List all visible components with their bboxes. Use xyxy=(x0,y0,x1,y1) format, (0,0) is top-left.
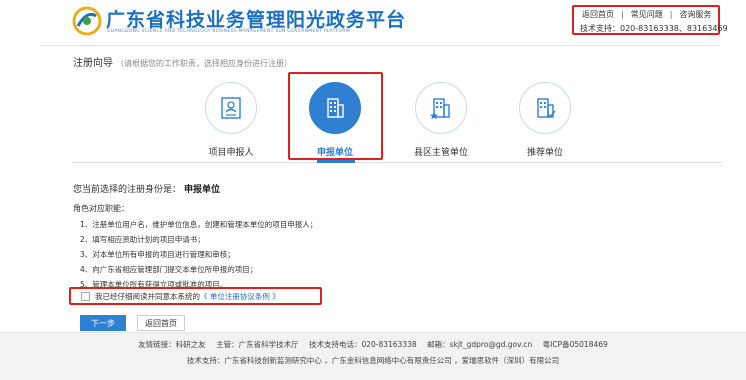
wizard-divider xyxy=(72,162,722,163)
role-applicant[interactable]: 项目申报人 xyxy=(201,82,261,162)
role-recommender-circle[interactable] xyxy=(519,82,571,134)
role-applicant-label: 项目申报人 xyxy=(208,148,254,158)
duty-item-2: 2、填写相应资助计划的项目申请书； xyxy=(80,235,205,244)
selected-role-marker xyxy=(317,160,355,163)
building-check-icon xyxy=(537,98,556,118)
current-role-value: 申报单位 xyxy=(184,185,221,195)
friend-link-keyanzhiyou[interactable]: 科研之友 xyxy=(176,340,206,349)
building-star-icon xyxy=(430,98,450,119)
duty-item-1: 1、注册单位用户名，维护单位信息，创建和管理本单位的项目申报人； xyxy=(80,220,318,229)
wizard-hint: （请根据您的工作职责，选择相应身份进行注册） xyxy=(116,59,292,68)
footer-line-1: 友情链接：科研之友 主管：广东省科学技术厅 技术支持电话：020-8316333… xyxy=(0,339,746,350)
footer-host: 主管：广东省科学技术厅 xyxy=(216,340,299,349)
footer-support-phone: 技术支持电话：020-83163338 xyxy=(308,340,417,349)
current-role-text: 您当前选择的注册身份是： 申报单位 xyxy=(73,185,221,195)
role-county-circle[interactable] xyxy=(415,82,467,134)
consult-link[interactable]: 咨询服务 xyxy=(679,10,711,19)
duty-item-3: 3、对本单位所有申报的项目进行管理和审核； xyxy=(80,250,235,259)
duties-title: 角色对应职能： xyxy=(73,204,129,213)
role-county-authority[interactable]: 县区主管单位 xyxy=(411,82,471,162)
agree-checkbox[interactable] xyxy=(81,292,90,301)
role-recommender[interactable]: 推荐单位 xyxy=(515,82,575,162)
role-recommender-label: 推荐单位 xyxy=(526,148,563,158)
agreement-highlight: 我已经仔细阅读并同意本系统的《 单位注册协议条例 》 xyxy=(69,287,322,305)
role-county-label: 县区主管单位 xyxy=(413,148,468,158)
footer-icp[interactable]: 粤ICP备05018469 xyxy=(543,340,608,349)
wizard-title: 注册向导 （请根据您的工作职责，选择相应身份进行注册） xyxy=(73,58,292,69)
home-link[interactable]: 返回首页 xyxy=(582,10,614,19)
support-phone: 技术支持：020-83163338、83163469 xyxy=(580,24,728,33)
back-home-button[interactable]: 返回首页 xyxy=(137,315,185,331)
selected-role-highlight xyxy=(288,72,383,160)
duty-item-4: 4、向广东省相应管理部门提交本单位所申报的项目； xyxy=(80,265,258,274)
platform-subtitle: GUANGDONG SCIENCE AND TECHNOLOGY BUSINES… xyxy=(107,29,350,34)
footer-tech-support: 技术支持：广东省科技创新监测研究中心 ，广东金科信息网络中心有限责任公司 ，爱瑞… xyxy=(186,356,560,365)
platform-title: 广东省科技业务管理阳光政务平台 xyxy=(106,9,407,31)
agreement-link[interactable]: 《 单位注册协议条例 》 xyxy=(200,292,280,301)
agree-text: 我已经仔细阅读并同意本系统的《 单位注册协议条例 》 xyxy=(95,292,280,301)
footer-email: 邮箱：skjt_gdpro@gd.gov.cn xyxy=(427,340,533,349)
faq-link[interactable]: 常见问题 xyxy=(631,10,663,19)
page-footer: 友情链接：科研之友 主管：广东省科学技术厅 技术支持电话：020-8316333… xyxy=(0,332,746,380)
page-header: 广东省科技业务管理阳光政务平台 GUANGDONG SCIENCE AND TE… xyxy=(0,0,746,42)
header-divider xyxy=(40,45,720,46)
friend-links-label: 友情链接： xyxy=(138,340,176,349)
top-links-panel: 返回首页 | 常见问题 | 咨询服务 技术支持：020-83163338、8316346… xyxy=(572,5,728,35)
next-step-button[interactable]: 下一步 xyxy=(80,315,126,331)
id-card-icon xyxy=(221,97,241,119)
role-applicant-circle[interactable] xyxy=(205,82,257,134)
logo-icon xyxy=(72,6,102,36)
